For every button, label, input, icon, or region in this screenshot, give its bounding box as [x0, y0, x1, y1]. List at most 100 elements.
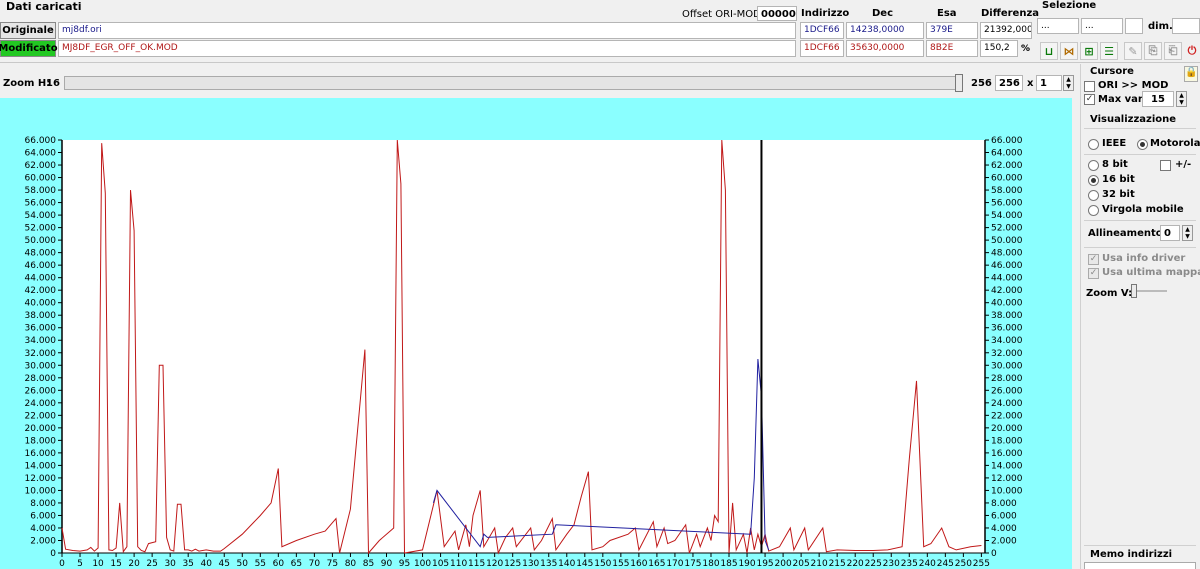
memo-list[interactable]	[1084, 562, 1196, 569]
zoom-h-slider-track[interactable]	[64, 76, 962, 90]
original-hex[interactable]: 379E	[926, 22, 978, 39]
zoom-h-label: Zoom H:	[3, 78, 51, 89]
power-icon[interactable]: ⏻	[1183, 42, 1200, 60]
zoom-h-slider-thumb[interactable]	[955, 74, 963, 92]
y-tick-label-right: 48.000	[991, 249, 1023, 259]
dim-field[interactable]	[1172, 18, 1200, 34]
x-tick-label: 210	[811, 559, 828, 569]
allineamento-stepper[interactable]: ▲ ▼	[1182, 225, 1193, 241]
x-tick-label: 195	[756, 559, 773, 569]
original-filename[interactable]: mj8df.ori	[58, 22, 796, 39]
zoom-multiplier-field[interactable]: 1	[1036, 75, 1062, 91]
selection-extra-field[interactable]	[1125, 18, 1143, 34]
allineamento-label: Allineamento:	[1088, 228, 1167, 239]
y-tick-label-left: 18.000	[25, 436, 57, 446]
bit8-label: 8 bit	[1102, 159, 1128, 170]
bit16-radio[interactable]	[1088, 175, 1099, 186]
map-width-icon[interactable]: ⋈	[1060, 42, 1078, 60]
x-tick-label: 185	[720, 559, 737, 569]
x-tick-label: 75	[327, 559, 338, 569]
modified-hex[interactable]: 8B2E	[926, 40, 978, 57]
modified-filename[interactable]: MJ8DF_EGR_OFF_OK.MOD	[58, 40, 796, 57]
lock-icon[interactable]: 🔒	[1184, 66, 1198, 82]
float-radio[interactable]	[1088, 205, 1099, 216]
map-height-icon[interactable]: ⊞	[1080, 42, 1098, 60]
cursore-title: Cursore	[1090, 66, 1134, 77]
x-tick-label: 215	[829, 559, 846, 569]
zoom-multiplier-stepper[interactable]: ▲ ▼	[1063, 75, 1074, 91]
x-tick-label: 90	[381, 559, 393, 569]
max-var-field[interactable]: 15	[1142, 91, 1174, 107]
float-label: Virgola mobile	[1102, 204, 1184, 215]
x-tick-label: 105	[432, 559, 449, 569]
zoom-h-field[interactable]: 256	[995, 75, 1023, 91]
difference-percent[interactable]: 150,2	[980, 40, 1018, 57]
ieee-label: IEEE	[1102, 138, 1127, 149]
y-tick-label-left: 32.000	[25, 349, 57, 359]
chart-area[interactable]: 0 0 2.000 2.000 4.000 4.000 6.000 6.000 8.000 8.0…	[0, 98, 1072, 569]
divider	[0, 62, 1200, 63]
motorola-radio[interactable]	[1137, 139, 1148, 150]
y-tick-label-left: 28.000	[25, 374, 57, 384]
x-tick-label: 150	[594, 559, 611, 569]
y-tick-label-left: 24.000	[25, 399, 57, 409]
sign-checkbox[interactable]	[1160, 160, 1171, 171]
col-indirizzo: Indirizzo	[801, 8, 850, 19]
x-tick-label: 70	[309, 559, 321, 569]
usa-info-driver-checkbox[interactable]: ✓	[1088, 254, 1099, 265]
difference-value[interactable]: 21392,000	[980, 22, 1032, 39]
selection-end-field[interactable]: ...	[1081, 18, 1123, 34]
max-var-label: Max var.	[1098, 94, 1146, 105]
zoom-v-slider-track[interactable]	[1137, 290, 1167, 292]
offset-label: Offset ORI-MOD	[682, 9, 761, 20]
bit8-radio[interactable]	[1088, 160, 1099, 171]
y-tick-label-left: 4.000	[30, 524, 56, 534]
y-tick-label-right: 42.000	[991, 286, 1023, 296]
x-tick-label: 0	[59, 559, 65, 569]
original-dec[interactable]: 14238,0000	[846, 22, 924, 39]
edit-icon[interactable]: ✎	[1124, 42, 1142, 60]
ori-mod-checkbox[interactable]	[1084, 81, 1095, 92]
allineamento-field[interactable]: 0	[1160, 225, 1180, 241]
modificato-button[interactable]: Modificato	[0, 40, 58, 57]
selection-start-field[interactable]: ...	[1037, 18, 1079, 34]
bit32-label: 32 bit	[1102, 189, 1135, 200]
y-tick-label-left: 48.000	[25, 249, 57, 259]
zoom-h-max: 256	[971, 78, 992, 89]
y-tick-label-right: 22.000	[991, 411, 1023, 421]
offset-value[interactable]: 000000	[757, 6, 797, 21]
value-chart[interactable]: 0 02.000 2.0004.000 4.0006.000 6.0008.000 8.0…	[0, 98, 1072, 569]
y-tick-label-left: 22.000	[25, 411, 57, 421]
x-tick-label: 170	[666, 559, 683, 569]
y-tick-label-left: 46.000	[25, 261, 57, 271]
y-tick-label-left: 2.000	[30, 536, 56, 546]
x-tick-label: 225	[865, 559, 882, 569]
max-var-stepper[interactable]: ▲ ▼	[1176, 91, 1187, 107]
originale-button[interactable]: Originale	[0, 22, 56, 39]
modified-address[interactable]: 1DCF66	[800, 40, 844, 57]
bit32-radio[interactable]	[1088, 190, 1099, 201]
x-tick-label: 65	[291, 559, 302, 569]
max-var-checkbox[interactable]: ✓	[1084, 94, 1095, 105]
y-tick-label-left: 10.000	[25, 486, 57, 496]
x-tick-label: 55	[255, 559, 266, 569]
memo-divider	[1084, 545, 1196, 546]
x-tick-label: 95	[399, 559, 410, 569]
ori-mod-label: ORI >> MOD	[1098, 80, 1169, 91]
y-tick-label-left: 6.000	[30, 511, 56, 521]
copy-icon[interactable]: ⎘	[1144, 42, 1162, 60]
y-tick-label-right: 64.000	[991, 149, 1023, 159]
y-tick-label-right: 24.000	[991, 399, 1023, 409]
map-left-icon[interactable]: ⊔	[1040, 42, 1058, 60]
y-tick-label-left: 40.000	[25, 299, 57, 309]
zoom-h-value: 16	[46, 78, 60, 89]
modified-dec[interactable]: 35630,0000	[846, 40, 924, 57]
y-tick-label-right: 6.000	[991, 511, 1017, 521]
x-tick-label: 135	[540, 559, 557, 569]
usa-ultima-mappa-checkbox[interactable]: ✓	[1088, 268, 1099, 279]
y-tick-label-right: 50.000	[991, 236, 1023, 246]
ieee-radio[interactable]	[1088, 139, 1099, 150]
paste-icon[interactable]: ⎗	[1164, 42, 1182, 60]
map-table-icon[interactable]: ☰	[1100, 42, 1118, 60]
original-address[interactable]: 1DCF66	[800, 22, 844, 39]
